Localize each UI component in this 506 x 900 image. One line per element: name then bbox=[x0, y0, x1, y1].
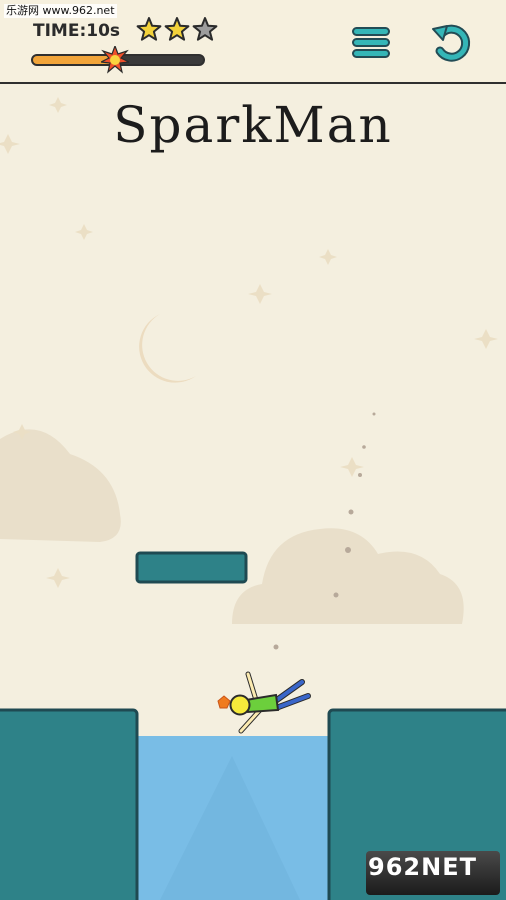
spark-flame-icon bbox=[217, 695, 231, 709]
star-rating bbox=[136, 17, 218, 41]
site-badge-logo: 962NET bbox=[366, 851, 500, 895]
hamburger-menu-icon[interactable] bbox=[350, 24, 392, 62]
restart-arrow-icon[interactable] bbox=[430, 23, 474, 63]
badge-prefix: 962 bbox=[368, 853, 422, 881]
floating-platform bbox=[135, 551, 248, 584]
star-empty-icon bbox=[192, 17, 218, 41]
background-decor bbox=[0, 97, 498, 650]
game-scene bbox=[0, 97, 506, 900]
badge-suffix: NET bbox=[421, 853, 477, 881]
left-ground-block bbox=[0, 708, 139, 900]
moon-decor bbox=[139, 314, 196, 383]
star-filled-icon bbox=[136, 17, 162, 41]
star-filled-icon bbox=[164, 17, 190, 41]
site-watermark: 乐游网 www.962.net bbox=[4, 4, 117, 18]
cloud-right-decor bbox=[232, 528, 464, 624]
time-label: TIME:10s bbox=[33, 21, 121, 41]
sparkman-character bbox=[217, 671, 311, 734]
level-title: SparkMan bbox=[113, 96, 393, 154]
badge-text: 962NET bbox=[368, 853, 477, 881]
level-progress-bar bbox=[31, 46, 205, 74]
spark-marker-icon bbox=[100, 46, 129, 74]
cloud-left-decor bbox=[0, 429, 121, 542]
